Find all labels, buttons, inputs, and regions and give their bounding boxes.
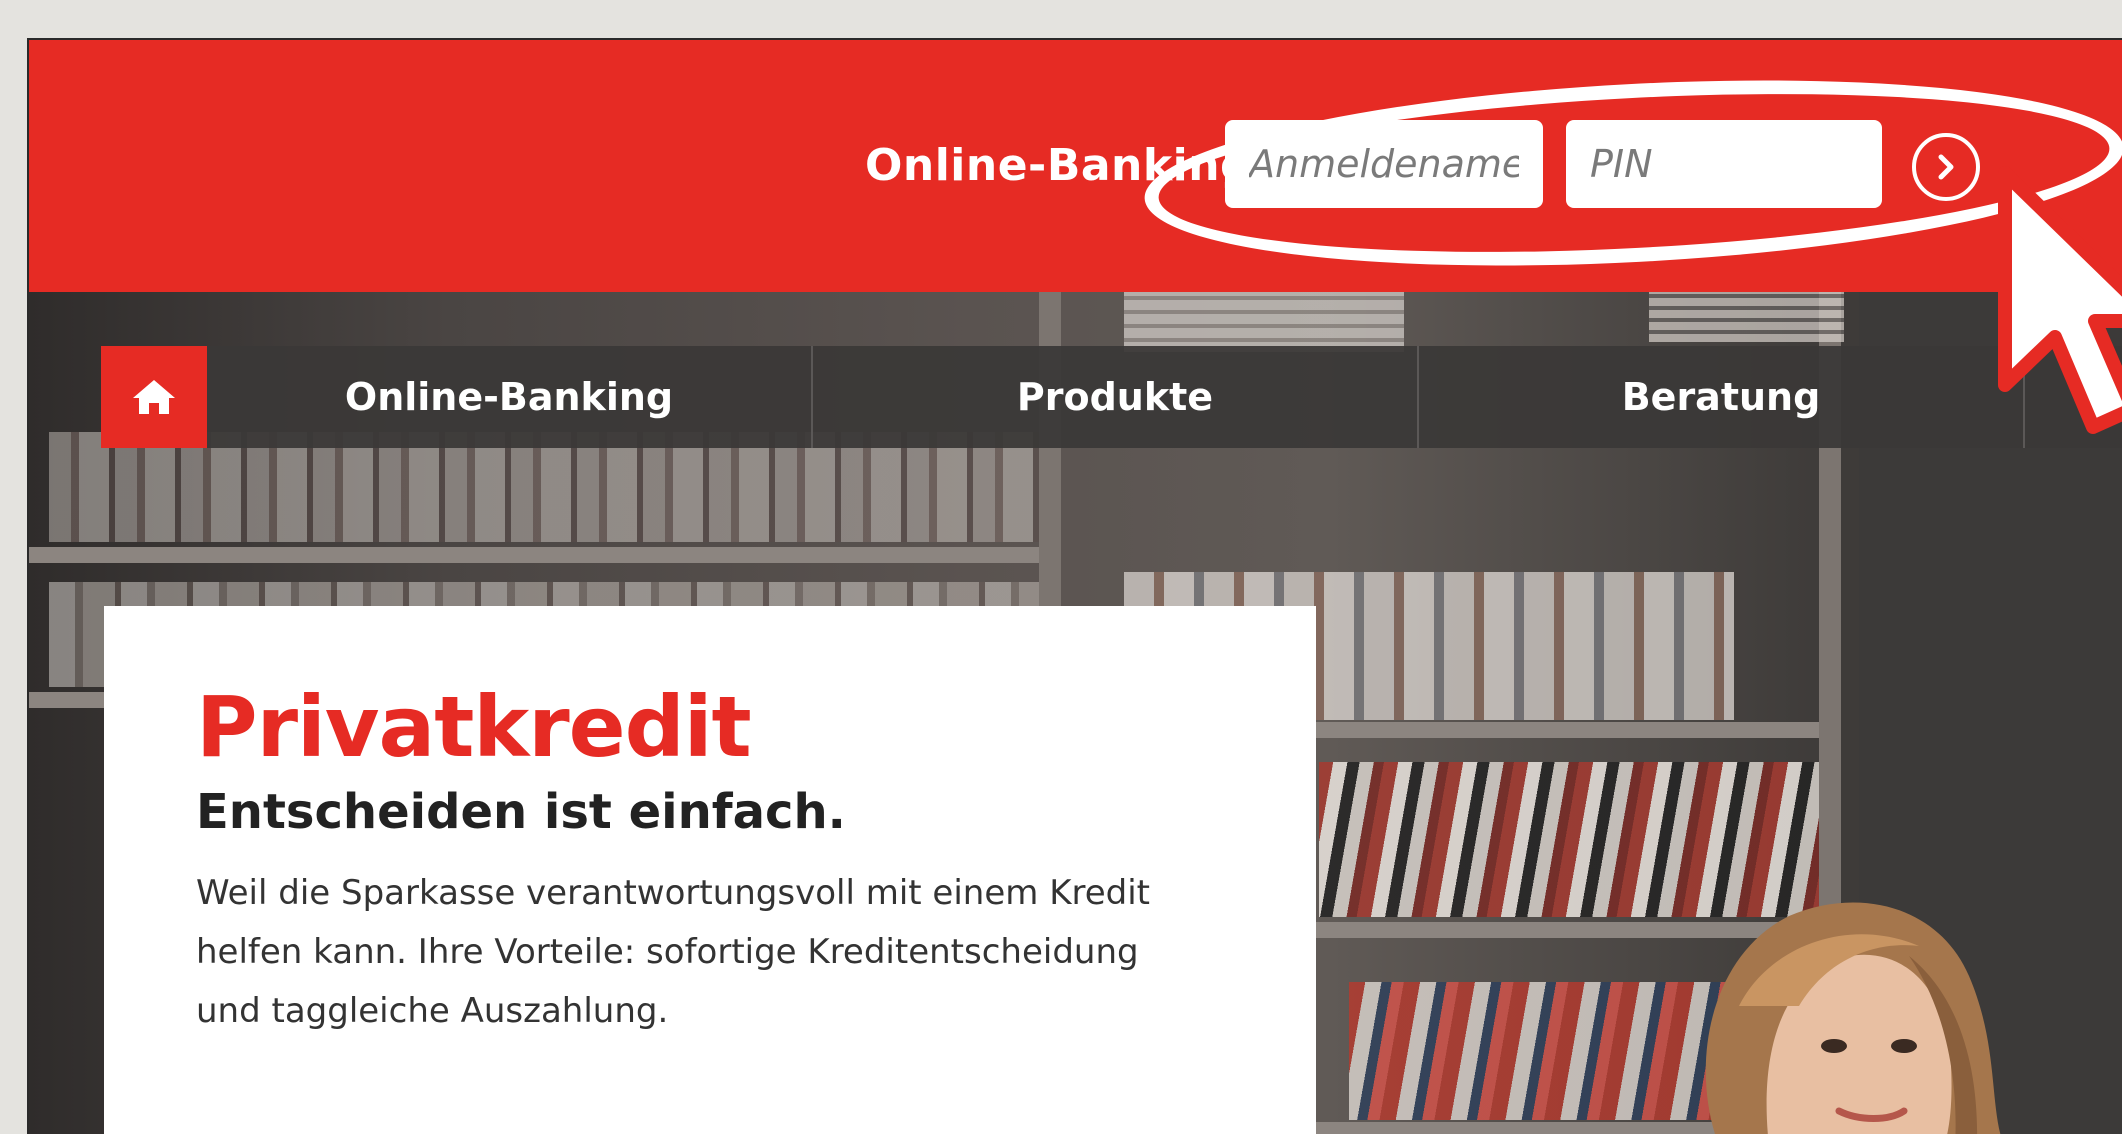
pin-input[interactable]: [1566, 120, 1882, 208]
mouse-cursor-icon: [1998, 166, 2122, 434]
nav-home-button[interactable]: [101, 346, 207, 448]
chevron-right-icon: [1938, 154, 1954, 180]
login-submit-button[interactable]: [1912, 133, 1980, 201]
main-navigation: Online-Banking Produkte Beratung: [101, 346, 2122, 448]
promo-description: Weil die Sparkasse verantwortungsvoll mi…: [196, 873, 1150, 1031]
promo-title: Privatkredit: [196, 678, 752, 776]
nav-item-beratung[interactable]: Beratung: [1419, 346, 2025, 448]
browser-viewport: Online-Banking Anmeldename Online-Bankin…: [27, 38, 2122, 1134]
home-icon: [133, 380, 175, 414]
username-input[interactable]: [1225, 120, 1543, 208]
person-photo: [1705, 902, 2001, 1134]
online-banking-label: Online-Banking: [865, 140, 1253, 191]
nav-item-online-banking[interactable]: Online-Banking: [207, 346, 813, 448]
nav-item-produkte[interactable]: Produkte: [813, 346, 1419, 448]
site-header: Online-Banking: [29, 40, 2122, 292]
promo-subtitle: Entscheiden ist einfach.: [196, 784, 846, 840]
promo-card: Privatkredit Entscheiden ist einfach. We…: [104, 606, 1316, 1134]
